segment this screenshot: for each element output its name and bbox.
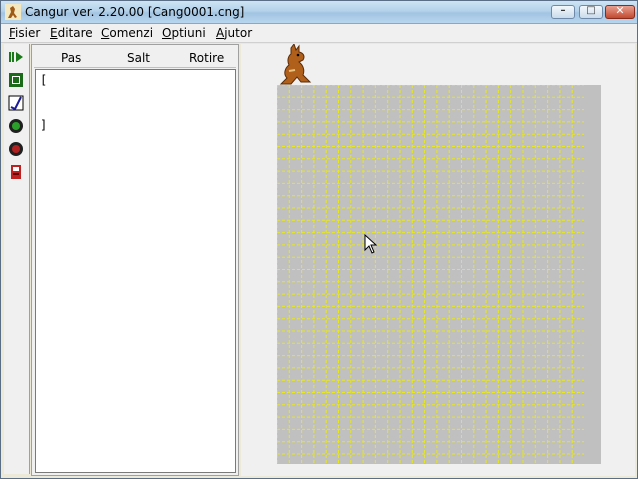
menu-ajutor[interactable]: Ajutor <box>216 26 252 40</box>
stop-square-icon[interactable] <box>8 72 24 88</box>
column-rotire[interactable]: Rotire <box>189 51 224 65</box>
column-pas[interactable]: Pas <box>61 51 81 65</box>
code-open-bracket: [ <box>40 73 48 87</box>
menu-editare[interactable]: Editare <box>50 26 93 40</box>
mouse-pointer-icon <box>364 234 378 254</box>
menu-fisier[interactable]: Fisier <box>9 26 40 40</box>
kangaroo-grid-board[interactable] <box>277 85 584 464</box>
run-icon[interactable] <box>8 49 24 65</box>
kangaroo-app-icon <box>5 4 21 20</box>
minimize-button[interactable]: – <box>551 5 575 19</box>
menu-bar: Fisier Editare Comenzi Optiuni Ajutor <box>1 24 637 43</box>
minimize-icon: – <box>560 5 566 16</box>
edit-check-icon[interactable] <box>8 95 24 111</box>
close-button[interactable]: ✕ <box>605 4 635 19</box>
menu-optiuni[interactable]: Optiuni <box>162 26 206 40</box>
maximize-button[interactable]: □ <box>579 5 603 19</box>
maximize-icon: □ <box>586 5 596 16</box>
column-header: Pas Salt Rotire <box>34 48 236 68</box>
menu-comenzi[interactable]: Comenzi <box>101 26 153 40</box>
code-close-bracket: ] <box>40 118 48 132</box>
green-circle-icon[interactable] <box>8 118 24 134</box>
program-editor[interactable]: [ ] <box>35 69 236 473</box>
column-salt[interactable]: Salt <box>127 51 150 65</box>
title-bar[interactable]: Cangur ver. 2.20.00 [Cang0001.cng] – □ ✕ <box>1 1 637 24</box>
program-panel: Pas Salt Rotire [ ] <box>31 44 239 476</box>
kangaroo-icon <box>279 44 312 85</box>
red-circle-icon[interactable] <box>8 141 24 157</box>
close-icon: ✕ <box>615 4 625 17</box>
window-title: Cangur ver. 2.20.00 [Cang0001.cng] <box>25 5 245 19</box>
vertical-toolbar <box>4 44 30 474</box>
exit-door-icon[interactable] <box>8 164 24 180</box>
